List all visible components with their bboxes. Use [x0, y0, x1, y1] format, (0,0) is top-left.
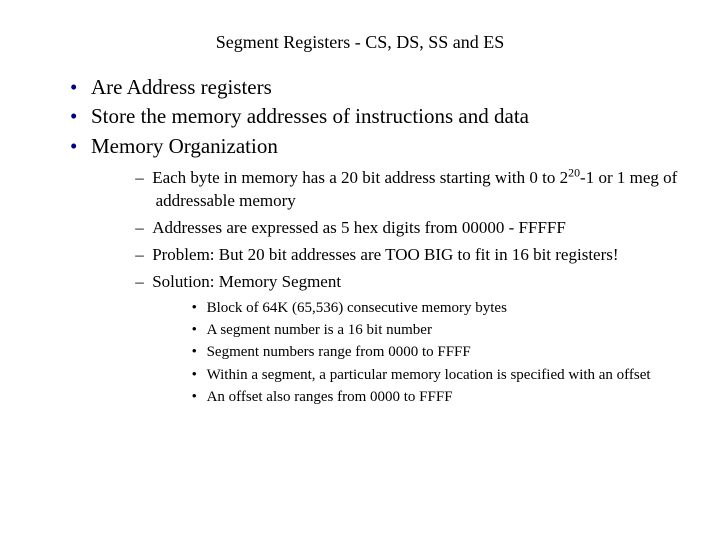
superscript: 20	[568, 166, 580, 180]
sub-text: Problem: But 20 bit addresses are TOO BI…	[152, 245, 618, 264]
subsub-text: Block of 64K (65,536) consecutive memory…	[207, 300, 507, 316]
bullet-item: Store the memory addresses of instructio…	[70, 102, 720, 131]
sub-item: Problem: But 20 bit addresses are TOO BI…	[135, 244, 720, 267]
subsub-text: An offset also ranges from 0000 to FFFF	[207, 389, 453, 405]
bullet-item: Memory Organization Each byte in memory …	[70, 132, 720, 407]
subsub-text: A segment number is a 16 bit number	[207, 322, 432, 338]
bullet-text: Memory Organization	[91, 134, 278, 158]
subsub-list: Block of 64K (65,536) consecutive memory…	[156, 298, 720, 407]
sub-list: Each byte in memory has a 20 bit address…	[95, 167, 720, 407]
subsub-item: Within a segment, a particular memory lo…	[192, 365, 720, 385]
subsub-item: An offset also ranges from 0000 to FFFF	[192, 387, 720, 407]
subsub-text: Within a segment, a particular memory lo…	[207, 367, 651, 383]
bullet-text: Are Address registers	[91, 75, 272, 99]
sub-text: Addresses are expressed as 5 hex digits …	[152, 218, 566, 237]
subsub-item: Block of 64K (65,536) consecutive memory…	[192, 298, 720, 318]
subsub-item: Segment numbers range from 0000 to FFFF	[192, 342, 720, 362]
slide: Segment Registers - CS, DS, SS and ES Ar…	[0, 0, 720, 540]
sub-item: Addresses are expressed as 5 hex digits …	[135, 217, 720, 240]
bullet-item: Are Address registers	[70, 73, 720, 102]
subsub-text: Segment numbers range from 0000 to FFFF	[207, 344, 471, 360]
bullet-text: Store the memory addresses of instructio…	[91, 104, 529, 128]
sub-text: Solution: Memory Segment	[152, 272, 341, 291]
sub-item: Each byte in memory has a 20 bit address…	[135, 167, 720, 213]
slide-title: Segment Registers - CS, DS, SS and ES	[0, 0, 720, 73]
sub-text: Each byte in memory has a 20 bit address…	[152, 168, 568, 187]
subsub-item: A segment number is a 16 bit number	[192, 320, 720, 340]
top-list: Are Address registers Store the memory a…	[0, 73, 720, 407]
sub-item: Solution: Memory Segment Block of 64K (6…	[135, 271, 720, 407]
